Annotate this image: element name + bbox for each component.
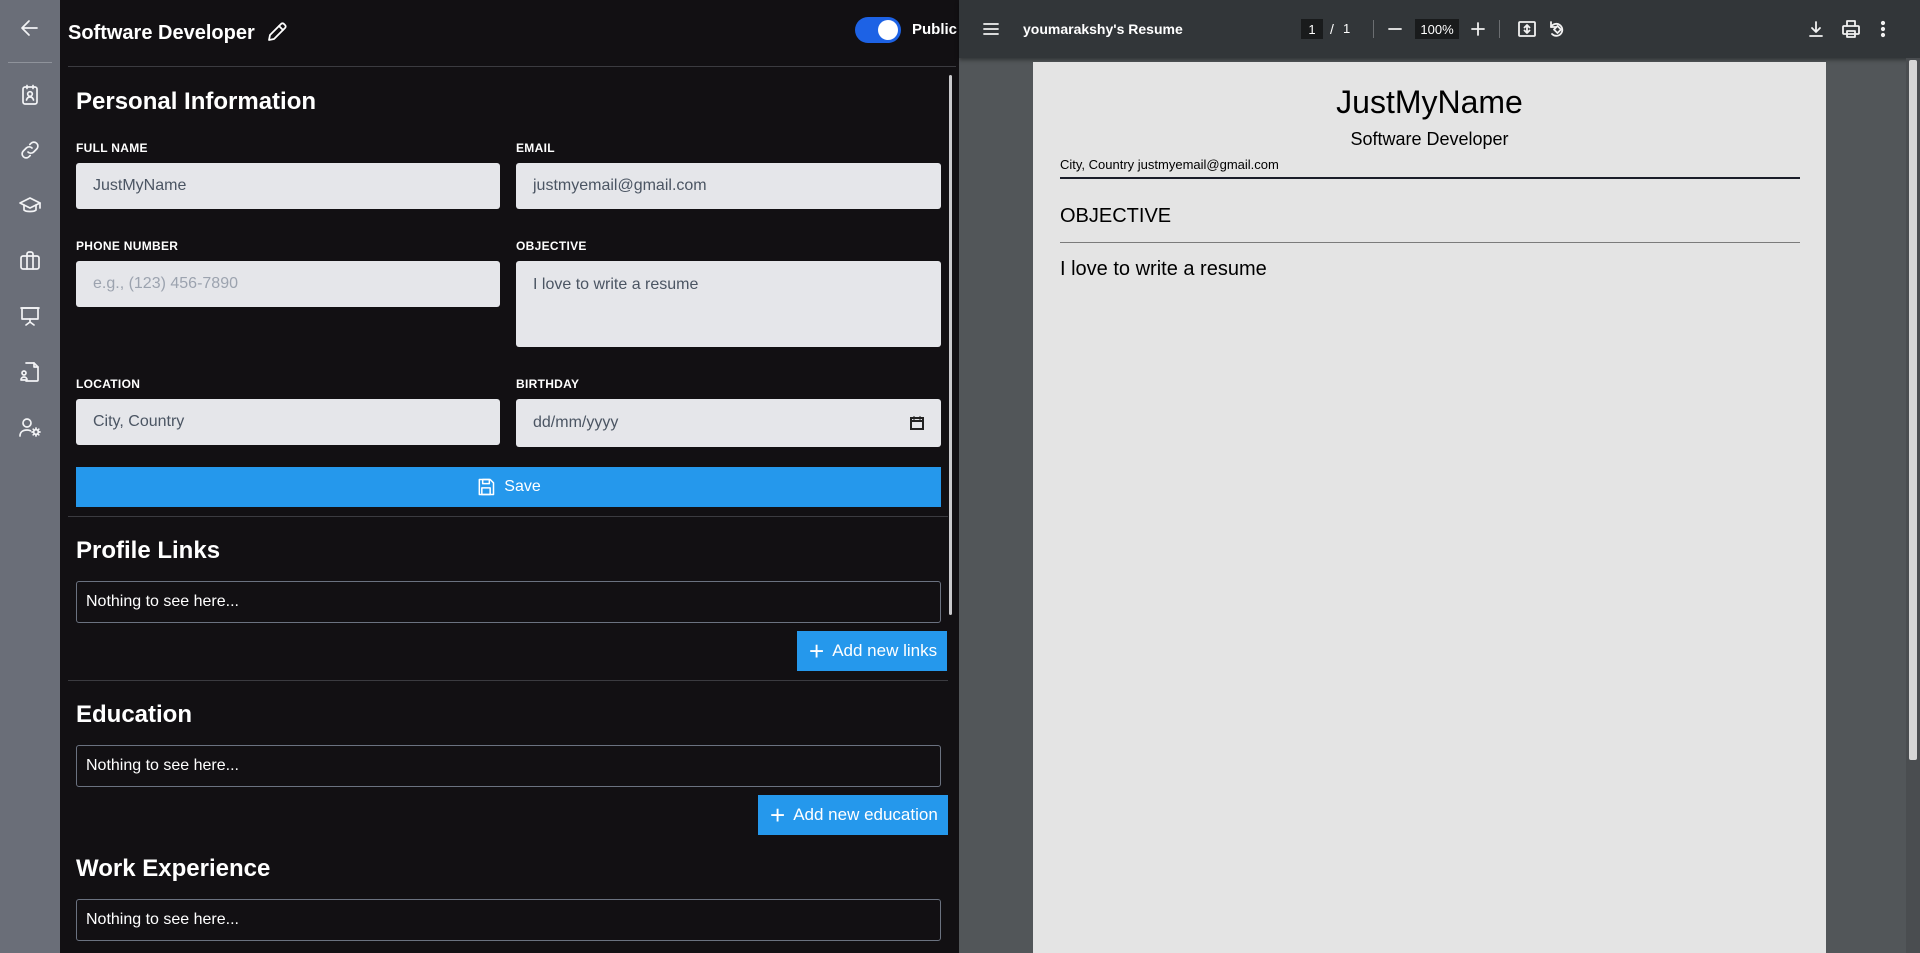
section-divider [68,680,948,681]
rotate-icon [1550,21,1564,37]
rotate-button[interactable] [1545,17,1569,41]
add-education-button[interactable]: + Add new education [758,795,948,835]
page-separator: / [1330,21,1334,37]
rail-personal-info[interactable] [12,77,48,113]
page-number-input[interactable]: 1 [1301,19,1323,39]
zoom-out-button[interactable] [1384,18,1406,40]
save-label: Save [504,478,541,495]
rail-documents[interactable] [12,354,48,390]
viewer-menu-button[interactable] [979,17,1003,41]
phone-label: PHONE NUMBER [76,239,179,253]
app-root: Software Developer Public Personal Infor… [0,0,1920,953]
add-links-label: Add new links [832,641,938,660]
document-user-icon [20,362,39,382]
email-label: EMAIL [516,141,555,155]
full-name-input[interactable]: JustMyName [76,163,500,209]
rail-projects[interactable] [12,298,48,334]
work-experience-title: Work Experience [76,855,271,882]
preview-role: Software Developer [1350,129,1509,149]
plus-icon [1471,22,1485,36]
viewer-toolbar: youmarakshy's Resume 1 / 1 100% [959,0,1920,58]
resume-editor: Software Developer Public Personal Infor… [60,0,959,953]
preview-name: JustMyName [1336,84,1523,120]
location-input[interactable]: City, Country [76,399,500,445]
more-vertical-icon [1880,20,1886,38]
education-empty: Nothing to see here... [76,745,941,787]
phone-input[interactable]: e.g., (123) 456-7890 [76,261,500,307]
profile-links-empty: Nothing to see here... [76,581,941,623]
add-links-button[interactable]: + Add new links [797,631,948,671]
more-options-button[interactable] [1873,17,1893,41]
hamburger-menu-icon [983,23,999,35]
print-button[interactable] [1839,17,1863,41]
viewer-scroll-thumb[interactable] [1909,60,1917,760]
personal-info-title: Personal Information [76,88,317,115]
link-icon [21,141,39,159]
editor-scrollbar[interactable] [949,75,952,615]
resume-title: Software Developer [68,22,255,44]
side-rail [0,0,60,953]
page-total: 1 [1343,21,1351,36]
full-name-label: FULL NAME [76,141,148,155]
header-divider [68,66,956,67]
briefcase-icon [20,251,40,270]
birthday-label: BIRTHDAY [516,377,580,391]
rail-education[interactable] [12,188,48,224]
profile-links-title: Profile Links [76,537,221,564]
preview-header-rule [1060,177,1800,179]
contact-card-icon [22,84,38,105]
viewer-scrollbar[interactable] [1906,58,1920,953]
preview-section-rule [1060,242,1800,243]
user-settings-icon [19,418,41,437]
toggle-knob [878,20,898,40]
rail-work[interactable] [12,243,48,279]
printer-icon [1842,20,1860,38]
plus-icon: + [770,800,786,830]
plus-icon: + [809,636,825,666]
section-divider [68,516,948,517]
back-arrow-icon [21,20,38,36]
fit-page-button[interactable] [1515,17,1539,41]
add-education-label: Add new education [793,805,938,824]
public-toggle[interactable] [855,17,901,43]
graduation-cap-icon [19,197,41,213]
edit-title-button[interactable] [265,20,291,46]
rail-account-settings[interactable] [12,409,48,445]
pencil-icon [268,22,287,41]
preview-objective-text: I love to write a resume [1060,258,1267,280]
toolbar-separator [1373,20,1374,38]
email-input[interactable]: justmyemail@gmail.com [516,163,941,209]
minus-icon [1388,28,1402,30]
floppy-disk-icon [478,478,495,496]
public-label: Public [912,21,958,38]
pdf-viewer: youmarakshy's Resume 1 / 1 100% JustMyNa… [959,0,1920,953]
fit-to-page-icon [1518,21,1536,37]
preview-objective-heading: OBJECTIVE [1060,205,1172,227]
work-experience-empty: Nothing to see here... [76,899,941,941]
calendar-icon[interactable] [909,415,925,431]
download-icon [1809,21,1823,37]
editor-header: Software Developer Public [60,0,959,66]
save-button[interactable]: Save [76,467,941,507]
download-button[interactable] [1804,17,1828,41]
birthday-placeholder: dd/mm/yyyy [533,414,619,431]
zoom-input[interactable]: 100% [1415,19,1459,39]
rail-profile-links[interactable] [12,132,48,168]
rail-divider [8,62,52,63]
toolbar-separator [1499,20,1500,38]
birthday-input[interactable]: dd/mm/yyyy [516,399,941,447]
zoom-in-button[interactable] [1467,18,1489,40]
presentation-icon [20,307,40,326]
objective-textarea[interactable]: I love to write a resume [516,261,941,347]
location-label: LOCATION [76,377,141,391]
pdf-page: JustMyName Software Developer City, Coun… [1033,62,1826,953]
preview-contact: City, Country justmyemail@gmail.com [1060,157,1279,172]
objective-label: OBJECTIVE [516,239,587,253]
education-title: Education [76,701,193,728]
document-title: youmarakshy's Resume [1023,21,1183,37]
back-button[interactable] [12,10,48,46]
